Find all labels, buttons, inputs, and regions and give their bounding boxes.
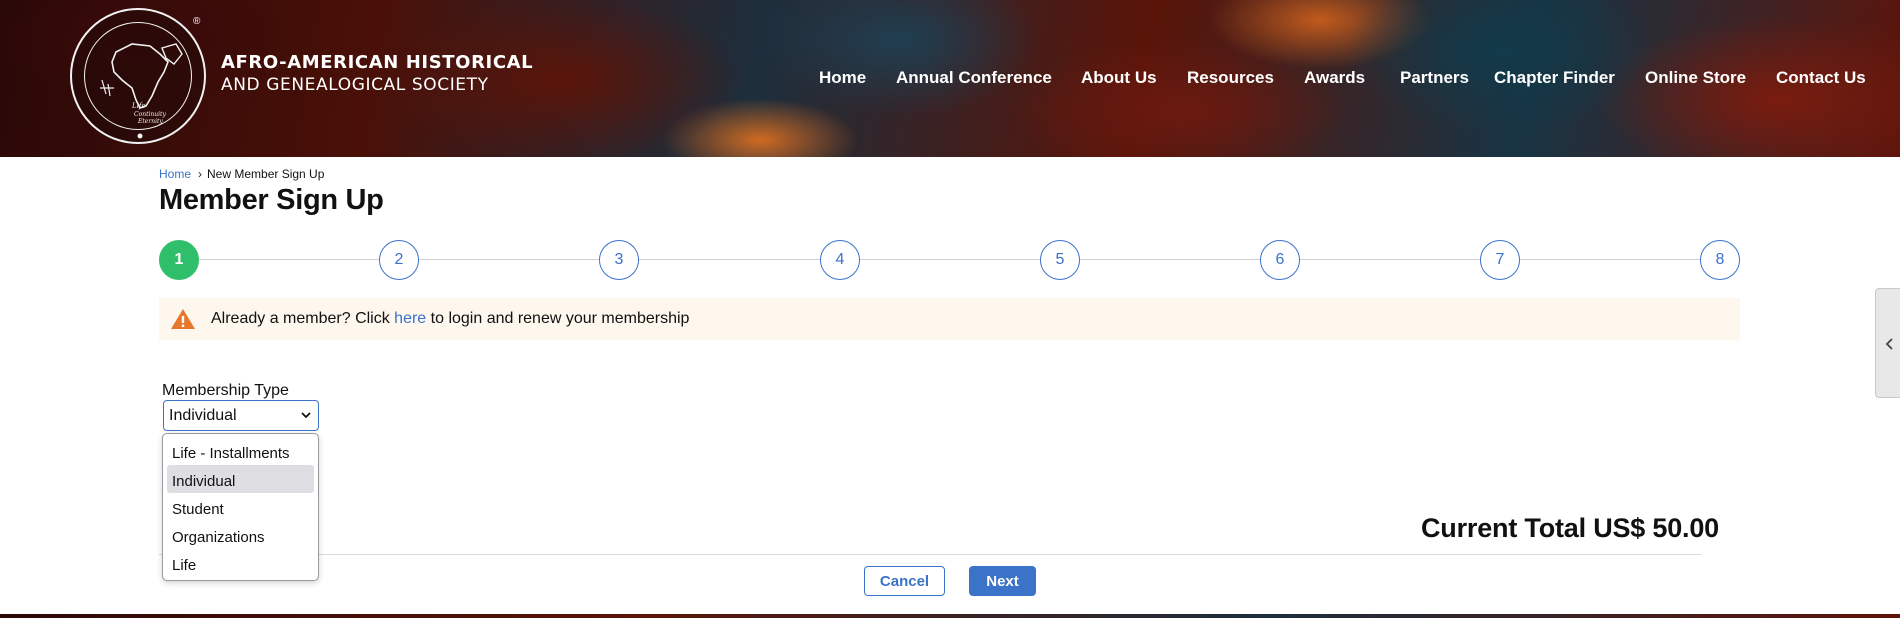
nav-annual-conference[interactable]: Annual Conference <box>896 68 1052 88</box>
nav-home[interactable]: Home <box>819 68 866 88</box>
option-life[interactable]: Life <box>167 549 314 577</box>
nav-awards[interactable]: Awards <box>1304 68 1365 88</box>
page-title: Member Sign Up <box>159 184 384 216</box>
breadcrumb: Home › New Member Sign Up <box>159 167 324 181</box>
membership-type-select[interactable]: Individual <box>163 400 319 431</box>
nav-partners[interactable]: Partners <box>1400 68 1469 88</box>
alert-text-suffix: to login and renew your membership <box>426 310 690 327</box>
breadcrumb-separator: › <box>198 167 203 181</box>
site-header: Life Continuity Eternity ® AFRO-AMERICAN… <box>0 0 1900 157</box>
footer-edge <box>0 614 1900 618</box>
membership-type-label: Membership Type <box>162 382 289 399</box>
current-total: Current Total US$ 50.00 <box>1421 513 1719 543</box>
nav-resources[interactable]: Resources <box>1187 68 1274 88</box>
side-panel-toggle[interactable] <box>1875 288 1900 398</box>
step-1[interactable]: 1 <box>159 240 199 280</box>
option-individual[interactable]: Individual <box>167 465 314 493</box>
nav-about-us[interactable]: About Us <box>1081 68 1157 88</box>
breadcrumb-current: New Member Sign Up <box>207 167 325 181</box>
warning-icon <box>171 309 195 329</box>
option-student[interactable]: Student <box>167 493 314 521</box>
seal-motto-life: Life <box>131 102 146 110</box>
step-8[interactable]: 8 <box>1700 240 1740 280</box>
option-organizations[interactable]: Organizations <box>167 521 314 549</box>
alert-login-link[interactable]: here <box>394 310 426 328</box>
seal-motto-continuity: Continuity <box>134 111 166 118</box>
chevron-down-icon <box>301 412 311 419</box>
step-3[interactable]: 3 <box>599 240 639 280</box>
membership-type-value: Individual <box>169 407 237 424</box>
form-divider <box>159 554 1701 555</box>
step-7[interactable]: 7 <box>1480 240 1520 280</box>
progress-stepper: 1 2 3 4 5 6 7 8 <box>159 239 1741 281</box>
next-button[interactable]: Next <box>969 566 1036 596</box>
step-4[interactable]: 4 <box>820 240 860 280</box>
membership-type-dropdown: Life - Installments Individual Student O… <box>162 433 319 581</box>
breadcrumb-home-link[interactable]: Home <box>159 167 191 181</box>
step-2[interactable]: 2 <box>379 240 419 280</box>
alert-text-prefix: Already a member? Click <box>211 310 395 327</box>
seal-motto-eternity: Eternity <box>137 118 163 125</box>
cancel-button[interactable]: Cancel <box>864 566 945 596</box>
step-6[interactable]: 6 <box>1260 240 1300 280</box>
nav-chapter-finder[interactable]: Chapter Finder <box>1494 68 1615 88</box>
nav-online-store[interactable]: Online Store <box>1645 68 1746 88</box>
nav-contact-us[interactable]: Contact Us <box>1776 68 1866 88</box>
step-5[interactable]: 5 <box>1040 240 1080 280</box>
registered-mark: ® <box>193 16 201 27</box>
option-life-installments[interactable]: Life - Installments <box>167 437 314 465</box>
member-login-alert: Already a member? Click here to login an… <box>159 298 1740 340</box>
chevron-left-icon <box>1885 338 1893 350</box>
main-nav: Home Annual Conference About Us Resource… <box>0 68 1900 90</box>
